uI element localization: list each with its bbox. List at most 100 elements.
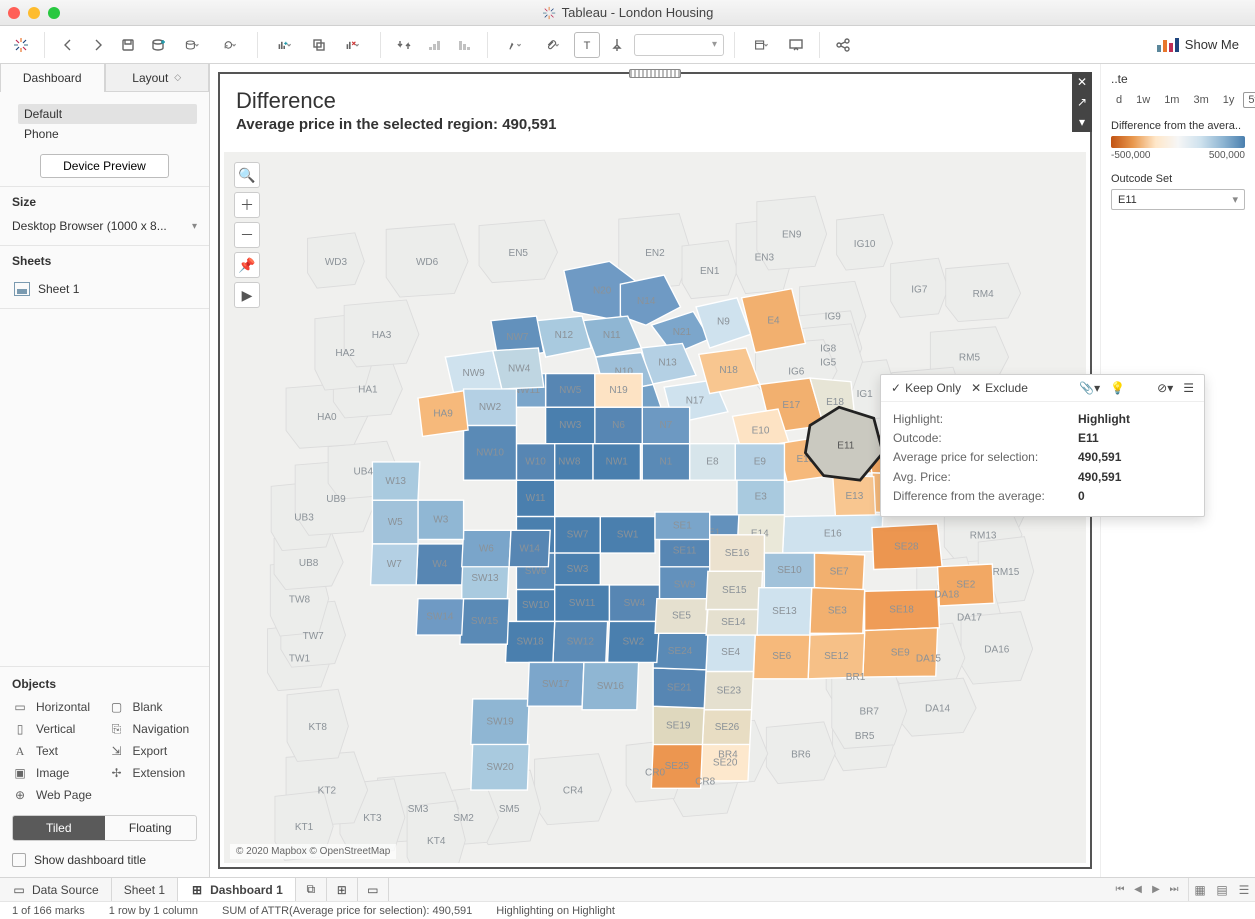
region-NW3[interactable] [546,407,595,443]
region-SE14[interactable] [706,610,761,636]
region-SW3[interactable] [555,553,601,585]
obj-navigation[interactable]: ⎘Navigation [109,721,198,737]
region-SE16[interactable] [710,535,765,571]
clear-menu[interactable] [336,32,370,58]
region-W7[interactable] [371,544,418,585]
map-pan[interactable]: ▶ [234,282,260,308]
region-N12[interactable] [537,316,592,357]
next-page[interactable]: ▶ [1148,882,1164,898]
region-W10[interactable] [516,444,554,480]
date-tab-5y[interactable]: 5y [1243,92,1255,108]
obj-webpage[interactable]: ⊕Web Page [12,787,101,803]
obj-blank[interactable]: ▢Blank [109,699,198,715]
date-tab-1w[interactable]: 1w [1131,92,1155,108]
sort-asc-button[interactable] [421,32,447,58]
fit-menu[interactable] [745,32,779,58]
tooltip-group-icon[interactable]: ⊘▾ [1157,381,1173,395]
first-page[interactable]: ⏮ [1112,882,1128,898]
new-worksheet-tab[interactable]: ⧉ [296,878,327,901]
drag-handle[interactable] [629,69,681,78]
region-SE21[interactable] [653,668,706,708]
map-zoom-out[interactable]: － [234,222,260,248]
region-SE15[interactable] [706,571,763,609]
tab-dashboard1[interactable]: ⊞Dashboard 1 [178,878,296,901]
region-SE13[interactable] [757,588,812,635]
sheet-item[interactable]: Sheet 1 [12,278,197,300]
tooltip-exclude[interactable]: ✕Exclude [971,381,1028,395]
tab-dashboard[interactable]: Dashboard [0,64,105,92]
region-SW9[interactable] [660,567,710,603]
region-SW1[interactable] [600,517,655,553]
tooltip-keep-only[interactable]: ✓Keep Only [891,381,961,395]
region-SE19[interactable] [653,706,704,744]
region-SW18[interactable] [506,621,555,662]
date-tab-1m[interactable]: 1m [1159,92,1184,108]
region-E9[interactable] [735,444,784,480]
region-SW20[interactable] [471,745,529,791]
region-SE26[interactable] [702,710,751,745]
region-SE5[interactable] [655,599,708,634]
date-tab-3m[interactable]: 3m [1188,92,1213,108]
region-SE3[interactable] [810,588,865,634]
device-preview-button[interactable]: Device Preview [40,154,169,178]
region-N11[interactable] [582,316,641,357]
region-W3[interactable] [418,500,464,539]
region-E3[interactable] [737,478,784,514]
region-SE28[interactable] [872,524,942,570]
region-N19[interactable] [595,374,642,408]
tiled-floating-toggle[interactable]: Tiled Floating [12,815,197,841]
date-tab-1y[interactable]: 1y [1218,92,1240,108]
swap-button[interactable] [391,32,417,58]
map-pin[interactable]: 📌 [234,252,260,278]
region-N6[interactable] [595,407,642,443]
region-E13[interactable] [833,476,876,517]
region-SW4[interactable] [609,585,659,621]
region-SW11[interactable] [555,585,610,621]
highlight-menu[interactable] [498,32,532,58]
region-SE20[interactable] [701,745,750,781]
back-button[interactable] [55,32,81,58]
region-SE12[interactable] [808,633,865,679]
show-title-checkbox[interactable] [12,853,26,867]
region-SW15[interactable] [460,599,509,645]
presentation-button[interactable] [783,32,809,58]
region-NW1[interactable] [593,444,640,480]
tab-datasource[interactable]: ▭Data Source [0,878,112,901]
refresh-menu[interactable] [213,32,247,58]
region-N1[interactable] [642,444,689,480]
region-SE24[interactable] [653,633,708,669]
region-NW10[interactable] [464,425,517,480]
attach-menu[interactable] [536,32,570,58]
region-NW4[interactable] [493,348,544,389]
region-SE23[interactable] [704,672,753,710]
region-SW10[interactable] [516,590,554,622]
save-button[interactable] [115,32,141,58]
region-SW14[interactable] [416,599,463,635]
date-tab-d[interactable]: d [1111,92,1127,108]
region-NW5[interactable] [546,374,595,408]
tab-layout[interactable]: Layout◇ [105,64,210,92]
region-SE4[interactable] [706,633,755,671]
region-E16[interactable] [783,515,883,553]
region-W6[interactable] [462,530,511,566]
region-SE18[interactable] [865,590,940,631]
region-N18[interactable] [699,348,760,394]
region-NW2[interactable] [464,389,517,425]
zone-more[interactable]: ▾ [1072,112,1092,132]
region-W11[interactable] [516,480,554,516]
region-SE1[interactable] [655,512,710,539]
tooltip-view-icon[interactable]: ☰ [1183,381,1194,395]
view-filmstrip[interactable]: ▤ [1211,878,1233,901]
region-SW7[interactable] [555,517,601,553]
obj-export[interactable]: ⇲Export [109,743,198,759]
region-SW17[interactable] [527,662,584,706]
new-dashboard-tab[interactable]: ⊞ [327,878,358,901]
obj-horizontal[interactable]: ▭Horizontal [12,699,101,715]
region-SW16[interactable] [582,662,639,709]
pin-button[interactable] [604,32,630,58]
region-HA9[interactable] [418,391,468,437]
zone-close[interactable]: ✕ [1072,72,1092,92]
device-default[interactable]: Default [18,104,197,124]
region-W14[interactable] [509,530,550,566]
share-button[interactable] [830,32,856,58]
